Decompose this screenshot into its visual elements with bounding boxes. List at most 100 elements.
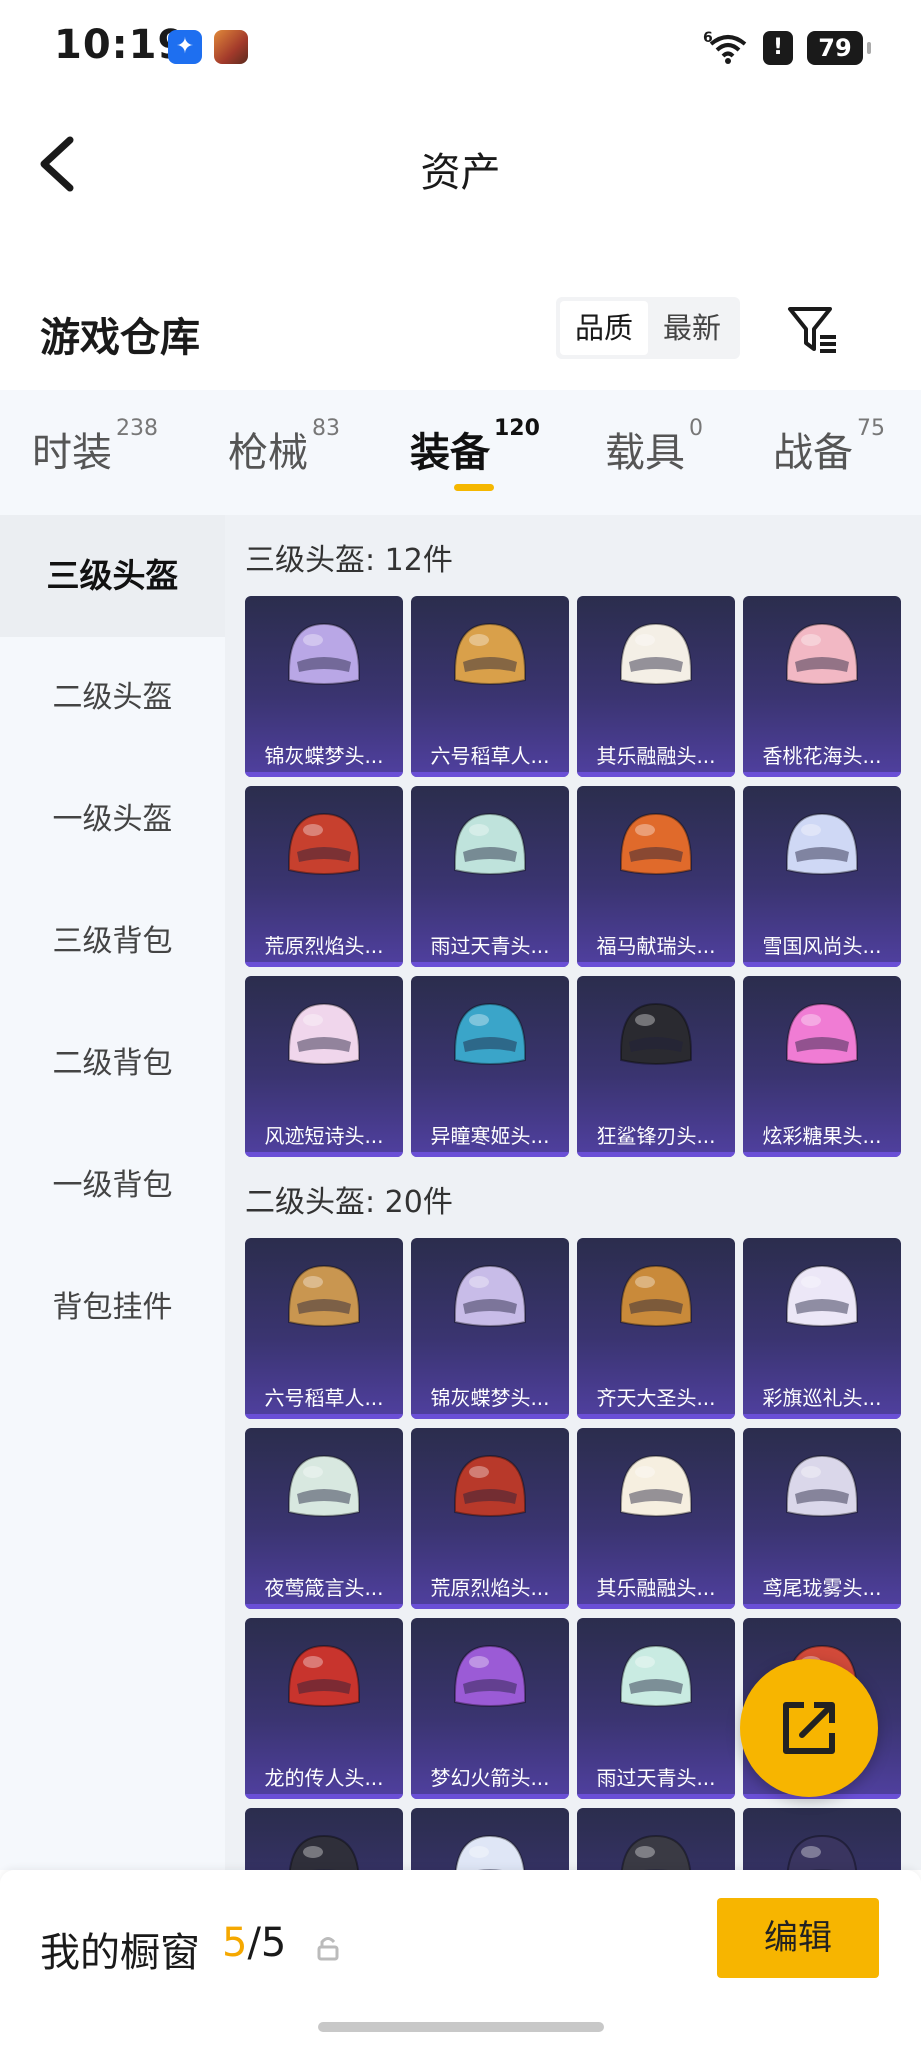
item-card[interactable]: 荒原烈焰头... — [411, 1428, 569, 1609]
helmet-icon — [620, 812, 692, 875]
item-card[interactable]: 彩旗巡礼头... — [743, 1238, 901, 1419]
sort-by-newest[interactable]: 最新 — [648, 301, 736, 355]
sidebar-item-level3-backpack[interactable]: 三级背包 — [0, 881, 225, 1003]
item-name: 六号稻草人... — [430, 744, 550, 768]
helmet-icon — [454, 1002, 526, 1065]
warehouse-title: 游戏仓库 — [40, 315, 200, 361]
header: 资产 — [0, 110, 921, 220]
battery-icon: 79 — [807, 31, 871, 65]
item-card[interactable]: 炫彩糖果头... — [743, 976, 901, 1157]
bulb-app-icon: ✦ — [168, 30, 202, 64]
item-name: 夜莺箴言头... — [264, 1576, 384, 1600]
tab-equipment[interactable]: 装备120 — [410, 416, 540, 478]
tab-supplies[interactable]: 战备75 — [773, 416, 885, 478]
status-bar: 10:19 ✦ 6 ! 79 — [0, 0, 921, 95]
item-name: 六号稻草人... — [264, 1386, 384, 1410]
helmet-icon — [786, 1454, 858, 1517]
tab-vehicles[interactable]: 载具0 — [605, 416, 703, 478]
item-card[interactable]: 雪国风尚头... — [743, 786, 901, 967]
showcase-label: 我的橱窗 — [40, 1930, 200, 1976]
helmet-icon — [288, 1454, 360, 1517]
sidebar-item-level1-backpack[interactable]: 一级背包 — [0, 1125, 225, 1247]
tab-count: 238 — [116, 416, 158, 441]
item-name: 鸢尾珑雾头... — [762, 1576, 882, 1600]
sidebar-item-backpack-charm[interactable]: 背包挂件 — [0, 1247, 225, 1369]
warehouse-row: 游戏仓库 品质 最新 — [0, 285, 921, 375]
item-card[interactable]: 风迹短诗头... — [245, 976, 403, 1157]
status-icons: 6 ! 79 — [703, 30, 871, 66]
lock-icon — [316, 1934, 340, 1962]
tab-label: 载具 — [605, 430, 685, 476]
showcase-bar: 我的橱窗 5/5 编辑 — [0, 1870, 921, 2050]
share-fab-button[interactable] — [740, 1659, 878, 1797]
tab-count: 75 — [857, 416, 885, 441]
item-card[interactable]: 六号稻草人... — [411, 596, 569, 777]
helmet-icon — [786, 622, 858, 685]
tab-fashion[interactable]: 时装238 — [32, 416, 158, 478]
item-card[interactable] — [411, 1808, 569, 1870]
item-card[interactable]: 香桃花海头... — [743, 596, 901, 777]
edit-button[interactable]: 编辑 — [717, 1898, 879, 1978]
item-name: 雨过天青头... — [596, 1766, 716, 1790]
helmet-icon — [454, 1834, 526, 1870]
item-card[interactable]: 夜莺箴言头... — [245, 1428, 403, 1609]
home-indicator[interactable] — [318, 2022, 604, 2032]
item-card[interactable]: 雨过天青头... — [411, 786, 569, 967]
item-name: 狂鲨锋刃头... — [596, 1124, 716, 1148]
tab-guns[interactable]: 枪械83 — [228, 416, 340, 478]
helmet-icon — [288, 622, 360, 685]
section-title-level2: 二级头盔: 20件 — [245, 1185, 453, 1220]
item-card[interactable] — [577, 1808, 735, 1870]
tab-label: 战备 — [773, 430, 853, 476]
helmet-icon — [454, 1644, 526, 1707]
item-card[interactable]: 异瞳寒姬头... — [411, 976, 569, 1157]
item-card[interactable] — [743, 1808, 901, 1870]
helmet-icon — [786, 1834, 858, 1870]
helmet-icon — [620, 1454, 692, 1517]
sidebar: 三级头盔 二级头盔 一级头盔 三级背包 二级背包 一级背包 背包挂件 — [0, 515, 225, 1870]
item-card[interactable]: 龙的传人头... — [245, 1618, 403, 1799]
item-card[interactable]: 荒原烈焰头... — [245, 786, 403, 967]
item-card[interactable]: 其乐融融头... — [577, 1428, 735, 1609]
sidebar-item-level2-backpack[interactable]: 二级背包 — [0, 1003, 225, 1125]
item-card[interactable] — [245, 1808, 403, 1870]
sidebar-item-level3-helmet[interactable]: 三级头盔 — [0, 515, 225, 637]
game-app-icon — [214, 30, 248, 64]
item-card[interactable]: 锦灰蝶梦头... — [245, 596, 403, 777]
item-card[interactable]: 鸢尾珑雾头... — [743, 1428, 901, 1609]
battery-level: 79 — [818, 34, 852, 62]
share-icon — [783, 1702, 835, 1754]
item-grid-level3: 锦灰蝶梦头... 六号稻草人... 其乐融融头... 香桃花海头... 荒原烈焰头...… — [245, 596, 901, 1157]
tab-count: 0 — [689, 416, 703, 441]
item-card[interactable]: 六号稻草人... — [245, 1238, 403, 1419]
sidebar-item-level2-helmet[interactable]: 二级头盔 — [0, 637, 225, 759]
helmet-icon — [786, 1264, 858, 1327]
item-card[interactable]: 齐天大圣头... — [577, 1238, 735, 1419]
item-name: 异瞳寒姬头... — [430, 1124, 550, 1148]
helmet-icon — [288, 1834, 360, 1870]
helmet-icon — [620, 1002, 692, 1065]
helmet-icon — [288, 812, 360, 875]
filter-icon[interactable] — [786, 303, 840, 357]
helmet-icon — [454, 812, 526, 875]
item-name: 炫彩糖果头... — [762, 1124, 882, 1148]
active-tab-indicator — [454, 484, 494, 491]
tab-label: 枪械 — [228, 430, 308, 476]
helmet-icon — [454, 1454, 526, 1517]
section-title-level3: 三级头盔: 12件 — [245, 543, 453, 578]
item-card[interactable]: 福马献瑞头... — [577, 786, 735, 967]
item-card[interactable]: 锦灰蝶梦头... — [411, 1238, 569, 1419]
item-card[interactable]: 其乐融融头... — [577, 596, 735, 777]
item-name: 荒原烈焰头... — [264, 934, 384, 958]
helmet-icon — [786, 812, 858, 875]
helmet-icon — [288, 1002, 360, 1065]
item-card[interactable]: 梦幻火箭头... — [411, 1618, 569, 1799]
sidebar-item-level1-helmet[interactable]: 一级头盔 — [0, 759, 225, 881]
item-name: 风迹短诗头... — [264, 1124, 384, 1148]
sort-by-quality[interactable]: 品质 — [560, 301, 648, 355]
item-card[interactable]: 雨过天青头... — [577, 1618, 735, 1799]
item-card[interactable]: 狂鲨锋刃头... — [577, 976, 735, 1157]
category-tabs: 时装238 枪械83 装备120 载具0 战备75 — [0, 390, 921, 515]
helmet-icon — [288, 1264, 360, 1327]
helmet-icon — [620, 1644, 692, 1707]
